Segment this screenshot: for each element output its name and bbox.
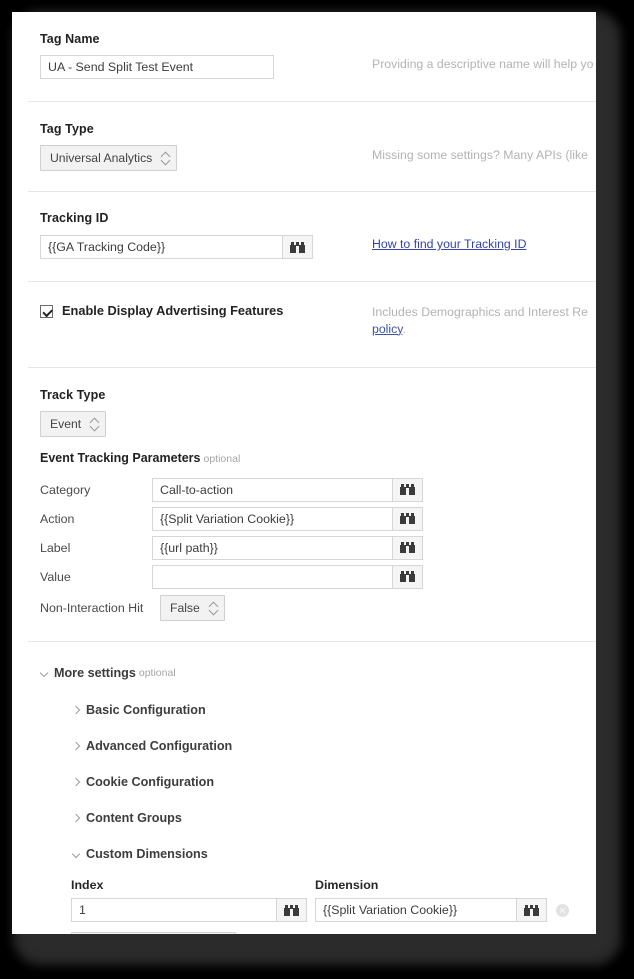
tracking-id-input-group (40, 235, 313, 259)
tracking-id-help-link[interactable]: How to find your Tracking ID (372, 237, 526, 251)
section-display-advertising: Enable Display Advertising Features Incl… (12, 282, 596, 369)
category-input[interactable] (152, 477, 393, 502)
tag-type-label: Tag Type (40, 122, 94, 136)
add-custom-dimension-button[interactable]: + Add Custom Dimension (71, 932, 236, 934)
accordion-label: Content Groups (86, 811, 182, 826)
category-variable-picker-button[interactable] (393, 477, 423, 502)
variable-brick-icon (400, 542, 415, 554)
display-advertising-policy-link[interactable]: policy (372, 322, 403, 336)
form-viewport: Tag Name Providing a descriptive name wi… (12, 12, 596, 934)
accordion-label: Basic Configuration (86, 703, 206, 718)
chevron-right-icon (72, 705, 83, 716)
custom-dimension-value-input[interactable] (315, 898, 517, 923)
value-input[interactable] (152, 564, 393, 589)
variable-brick-icon (400, 571, 415, 583)
tag-type-select-value: Universal Analytics (50, 151, 153, 165)
chevron-down-icon (72, 849, 83, 860)
param-row: Label (40, 533, 596, 562)
track-type-select-value: Event (50, 417, 82, 432)
custom-dimension-index-picker-button[interactable] (277, 898, 307, 923)
variable-brick-icon (400, 484, 415, 496)
custom-dimension-index-group (71, 898, 307, 923)
label-input[interactable] (152, 535, 393, 560)
param-input-group (152, 535, 423, 560)
non-interaction-select[interactable]: False (160, 595, 225, 622)
param-label: Category (40, 482, 91, 497)
chevron-updown-icon (209, 602, 218, 615)
event-parameters-title: Event Tracking Parameters (40, 451, 201, 466)
section-tag-type: Tag Type Universal Analytics Missing som… (12, 102, 596, 192)
variable-brick-icon (400, 513, 415, 525)
accordion-label: Advanced Configuration (86, 739, 233, 754)
action-variable-picker-button[interactable] (393, 506, 423, 531)
event-parameters-optional-badge: optional (203, 453, 241, 466)
action-input[interactable] (152, 506, 393, 531)
accordion-basic-configuration[interactable]: Basic Configuration (40, 692, 596, 728)
param-input-group (152, 506, 423, 531)
track-type-label: Track Type (40, 388, 106, 403)
non-interaction-row: Non-Interaction Hit False (40, 591, 596, 625)
section-track-type: Track Type Event (12, 368, 596, 438)
variable-brick-icon (284, 904, 299, 916)
remove-circle-icon[interactable] (556, 903, 569, 917)
custom-dimensions-table: Index Dimension 1 {{Split Variation Cook… (40, 872, 596, 934)
chevron-updown-icon (90, 418, 99, 431)
section-tracking-id: Tracking ID How to find your Tracking ID (12, 192, 596, 282)
chevron-down-icon (40, 668, 51, 679)
display-advertising-checkbox[interactable] (40, 305, 53, 318)
section-event-parameters: Event Tracking Parameters optional Catego… (12, 437, 596, 643)
tag-name-help: Providing a descriptive name will help y… (372, 57, 594, 71)
custom-dimension-value-group (315, 898, 547, 923)
tag-configuration-panel: Tag Name Providing a descriptive name wi… (12, 12, 596, 934)
accordion-label: Cookie Configuration (86, 775, 215, 790)
accordion-custom-dimensions[interactable]: Custom Dimensions (40, 836, 596, 872)
accordion-label: Custom Dimensions (86, 847, 208, 862)
param-label: Value (40, 569, 71, 584)
tag-type-help: Missing some settings? Many APIs (like (372, 148, 588, 162)
display-advertising-row[interactable]: Enable Display Advertising Features (40, 303, 372, 318)
non-interaction-select-value: False (170, 601, 200, 616)
value-variable-picker-button[interactable] (393, 564, 423, 589)
tag-type-select[interactable]: Universal Analytics (40, 145, 178, 171)
tracking-id-variable-picker-button[interactable] (283, 235, 313, 259)
non-interaction-label: Non-Interaction Hit (40, 601, 144, 616)
tracking-id-input[interactable] (40, 235, 283, 259)
param-input-group (152, 477, 423, 502)
param-label: Label (40, 540, 71, 555)
chevron-right-icon (72, 777, 83, 788)
custom-dimension-dimension-header: Dimension (315, 878, 379, 893)
variable-brick-icon (290, 241, 305, 253)
custom-dimension-index-header: Index (71, 878, 104, 893)
display-advertising-help-text: Includes Demographics and Interest Re (372, 305, 588, 319)
param-row: Value (40, 562, 596, 591)
display-advertising-label: Enable Display Advertising Features (62, 303, 284, 318)
more-settings-label: More settings (54, 666, 136, 681)
chevron-right-icon (72, 813, 83, 824)
param-label: Action (40, 511, 75, 526)
chevron-updown-icon (161, 152, 170, 165)
more-settings-optional-badge: optional (138, 667, 176, 680)
track-type-select[interactable]: Event (40, 411, 107, 438)
tag-name-label: Tag Name (40, 32, 100, 46)
custom-dimension-index-input[interactable] (71, 898, 277, 923)
param-row: Action (40, 504, 596, 533)
accordion-content-groups[interactable]: Content Groups (40, 800, 596, 836)
custom-dimension-value-picker-button[interactable] (517, 898, 547, 923)
accordion-advanced-configuration[interactable]: Advanced Configuration (40, 728, 596, 764)
more-settings-toggle[interactable]: More settings optional (40, 666, 596, 680)
section-more-settings: More settings optional Basic Configuratio… (12, 642, 596, 934)
custom-dimension-row (71, 898, 596, 923)
param-row: Category (40, 475, 596, 504)
display-advertising-help: Includes Demographics and Interest Re po… (372, 304, 596, 337)
label-variable-picker-button[interactable] (393, 535, 423, 560)
tracking-id-label: Tracking ID (40, 211, 109, 225)
event-parameters-title-row: Event Tracking Parameters optional (40, 449, 596, 467)
display-advertising-help-suffix: . (402, 321, 406, 336)
tag-name-input[interactable] (40, 55, 274, 79)
chevron-right-icon (72, 741, 83, 752)
section-tag-name: Tag Name Providing a descriptive name wi… (12, 12, 596, 102)
variable-brick-icon (524, 904, 539, 916)
param-input-group (152, 564, 423, 589)
accordion-cookie-configuration[interactable]: Cookie Configuration (40, 764, 596, 800)
